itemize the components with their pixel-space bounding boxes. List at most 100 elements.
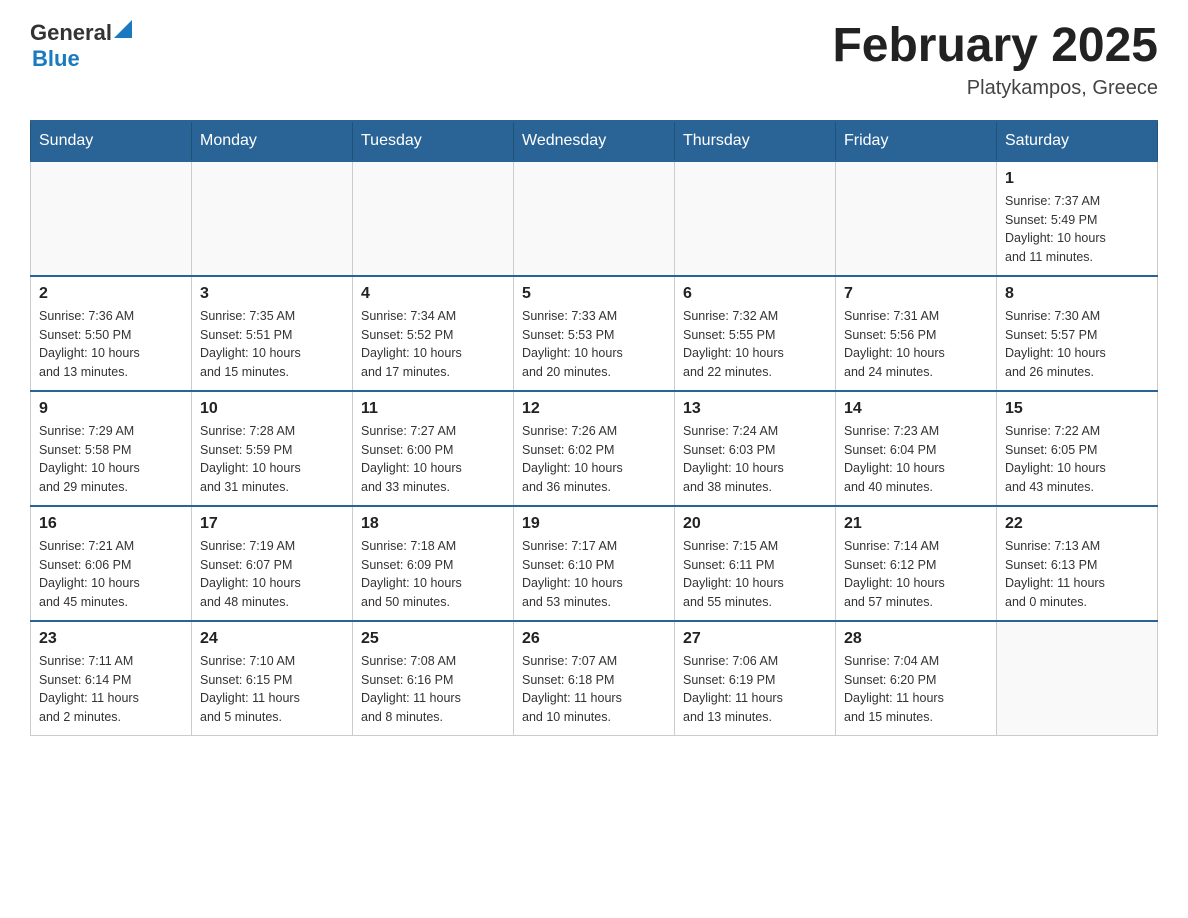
calendar-cell: 14Sunrise: 7:23 AMSunset: 6:04 PMDayligh…	[836, 391, 997, 506]
calendar-cell: 27 Sunrise: 7:06 AMSunset: 6:19 PMDayligh…	[675, 621, 836, 736]
calendar-cell: 28 Sunrise: 7:04 AMSunset: 6:20 PMDayligh…	[836, 621, 997, 736]
day-number: 24	[200, 630, 344, 648]
day-info: Sunrise: 7:22 AMSunset: 6:05 PMDaylight:…	[1005, 422, 1149, 497]
day-number: 20	[683, 515, 827, 533]
calendar-cell: 5Sunrise: 7:33 AMSunset: 5:53 PMDaylight…	[514, 276, 675, 391]
day-number: 27	[683, 630, 827, 648]
day-number: 1	[1005, 170, 1149, 188]
weekday-header-monday: Monday	[192, 121, 353, 161]
day-number: 8	[1005, 285, 1149, 303]
day-info: Sunrise: 7:14 AMSunset: 6:12 PMDaylight:…	[844, 537, 988, 612]
day-number: 26	[522, 630, 666, 648]
title-section: February 2025 Platykampos, Greece	[832, 20, 1158, 100]
calendar-week-row: 9 Sunrise: 7:29 AMSunset: 5:58 PMDaylight…	[31, 391, 1158, 506]
calendar-week-row: 16 Sunrise: 7:21 AMSunset: 6:06 PMDayligh…	[31, 506, 1158, 621]
calendar-cell	[192, 161, 353, 276]
weekday-header-tuesday: Tuesday	[353, 121, 514, 161]
day-info: Sunrise: 7:15 AMSunset: 6:11 PMDaylight:…	[683, 537, 827, 612]
calendar-cell: 10 Sunrise: 7:28 AMSunset: 5:59 PMDayligh…	[192, 391, 353, 506]
day-number: 2	[39, 285, 183, 303]
day-number: 14	[844, 400, 988, 418]
day-info: Sunrise: 7:26 AMSunset: 6:02 PMDaylight:…	[522, 422, 666, 497]
day-info: Sunrise: 7:06 AMSunset: 6:19 PMDaylight:…	[683, 652, 827, 727]
day-info: Sunrise: 7:36 AMSunset: 5:50 PMDaylight:…	[39, 307, 183, 382]
day-info: Sunrise: 7:19 AMSunset: 6:07 PMDaylight:…	[200, 537, 344, 612]
calendar-cell: 11 Sunrise: 7:27 AMSunset: 6:00 PMDayligh…	[353, 391, 514, 506]
day-number: 19	[522, 515, 666, 533]
logo: General Blue	[30, 20, 134, 72]
day-info: Sunrise: 7:28 AMSunset: 5:59 PMDaylight:…	[200, 422, 344, 497]
day-number: 12	[522, 400, 666, 418]
weekday-header-friday: Friday	[836, 121, 997, 161]
day-info: Sunrise: 7:30 AMSunset: 5:57 PMDaylight:…	[1005, 307, 1149, 382]
day-info: Sunrise: 7:21 AMSunset: 6:06 PMDaylight:…	[39, 537, 183, 612]
calendar-cell: 4 Sunrise: 7:34 AMSunset: 5:52 PMDaylight…	[353, 276, 514, 391]
day-info: Sunrise: 7:11 AMSunset: 6:14 PMDaylight:…	[39, 652, 183, 727]
day-info: Sunrise: 7:07 AMSunset: 6:18 PMDaylight:…	[522, 652, 666, 727]
calendar-cell: 7 Sunrise: 7:31 AMSunset: 5:56 PMDaylight…	[836, 276, 997, 391]
calendar-week-row: 23 Sunrise: 7:11 AMSunset: 6:14 PMDayligh…	[31, 621, 1158, 736]
day-info: Sunrise: 7:29 AMSunset: 5:58 PMDaylight:…	[39, 422, 183, 497]
calendar-cell: 16 Sunrise: 7:21 AMSunset: 6:06 PMDayligh…	[31, 506, 192, 621]
day-number: 4	[361, 285, 505, 303]
page-header: General Blue February 2025 Platykampos, …	[30, 20, 1158, 100]
weekday-header-thursday: Thursday	[675, 121, 836, 161]
calendar-cell	[31, 161, 192, 276]
day-number: 3	[200, 285, 344, 303]
day-number: 25	[361, 630, 505, 648]
calendar-cell: 25 Sunrise: 7:08 AMSunset: 6:16 PMDayligh…	[353, 621, 514, 736]
weekday-header-row: SundayMondayTuesdayWednesdayThursdayFrid…	[31, 121, 1158, 161]
day-info: Sunrise: 7:18 AMSunset: 6:09 PMDaylight:…	[361, 537, 505, 612]
day-info: Sunrise: 7:27 AMSunset: 6:00 PMDaylight:…	[361, 422, 505, 497]
calendar-cell: 8 Sunrise: 7:30 AMSunset: 5:57 PMDaylight…	[997, 276, 1158, 391]
day-info: Sunrise: 7:10 AMSunset: 6:15 PMDaylight:…	[200, 652, 344, 727]
day-number: 21	[844, 515, 988, 533]
calendar-cell: 20 Sunrise: 7:15 AMSunset: 6:11 PMDayligh…	[675, 506, 836, 621]
day-number: 17	[200, 515, 344, 533]
day-number: 7	[844, 285, 988, 303]
calendar-cell: 17 Sunrise: 7:19 AMSunset: 6:07 PMDayligh…	[192, 506, 353, 621]
day-info: Sunrise: 7:32 AMSunset: 5:55 PMDaylight:…	[683, 307, 827, 382]
calendar-cell: 22Sunrise: 7:13 AMSunset: 6:13 PMDayligh…	[997, 506, 1158, 621]
logo-general-text: General	[30, 20, 112, 46]
calendar-cell	[997, 621, 1158, 736]
calendar-cell: 26 Sunrise: 7:07 AMSunset: 6:18 PMDayligh…	[514, 621, 675, 736]
calendar-table: SundayMondayTuesdayWednesdayThursdayFrid…	[30, 120, 1158, 736]
calendar-cell	[675, 161, 836, 276]
calendar-cell: 3 Sunrise: 7:35 AMSunset: 5:51 PMDaylight…	[192, 276, 353, 391]
calendar-cell: 18 Sunrise: 7:18 AMSunset: 6:09 PMDayligh…	[353, 506, 514, 621]
month-title: February 2025	[832, 20, 1158, 73]
calendar-week-row: 1 Sunrise: 7:37 AMSunset: 5:49 PMDaylight…	[31, 161, 1158, 276]
calendar-cell: 21 Sunrise: 7:14 AMSunset: 6:12 PMDayligh…	[836, 506, 997, 621]
day-info: Sunrise: 7:04 AMSunset: 6:20 PMDaylight:…	[844, 652, 988, 727]
day-number: 11	[361, 400, 505, 418]
weekday-header-saturday: Saturday	[997, 121, 1158, 161]
calendar-cell: 23 Sunrise: 7:11 AMSunset: 6:14 PMDayligh…	[31, 621, 192, 736]
day-number: 6	[683, 285, 827, 303]
day-info: Sunrise: 7:34 AMSunset: 5:52 PMDaylight:…	[361, 307, 505, 382]
day-number: 23	[39, 630, 183, 648]
day-info: Sunrise: 7:33 AMSunset: 5:53 PMDaylight:…	[522, 307, 666, 382]
calendar-cell: 15Sunrise: 7:22 AMSunset: 6:05 PMDayligh…	[997, 391, 1158, 506]
day-info: Sunrise: 7:08 AMSunset: 6:16 PMDaylight:…	[361, 652, 505, 727]
calendar-cell: 9 Sunrise: 7:29 AMSunset: 5:58 PMDaylight…	[31, 391, 192, 506]
day-info: Sunrise: 7:37 AMSunset: 5:49 PMDaylight:…	[1005, 192, 1149, 267]
calendar-cell: 6 Sunrise: 7:32 AMSunset: 5:55 PMDaylight…	[675, 276, 836, 391]
day-number: 9	[39, 400, 183, 418]
calendar-cell: 24 Sunrise: 7:10 AMSunset: 6:15 PMDayligh…	[192, 621, 353, 736]
calendar-cell	[836, 161, 997, 276]
calendar-week-row: 2 Sunrise: 7:36 AMSunset: 5:50 PMDaylight…	[31, 276, 1158, 391]
calendar-cell: 12 Sunrise: 7:26 AMSunset: 6:02 PMDayligh…	[514, 391, 675, 506]
logo-triangle-icon	[114, 20, 134, 40]
calendar-cell	[353, 161, 514, 276]
day-number: 28	[844, 630, 988, 648]
day-number: 18	[361, 515, 505, 533]
calendar-cell: 1 Sunrise: 7:37 AMSunset: 5:49 PMDaylight…	[997, 161, 1158, 276]
calendar-cell: 19Sunrise: 7:17 AMSunset: 6:10 PMDayligh…	[514, 506, 675, 621]
day-info: Sunrise: 7:31 AMSunset: 5:56 PMDaylight:…	[844, 307, 988, 382]
day-number: 10	[200, 400, 344, 418]
day-info: Sunrise: 7:24 AMSunset: 6:03 PMDaylight:…	[683, 422, 827, 497]
day-number: 16	[39, 515, 183, 533]
day-info: Sunrise: 7:35 AMSunset: 5:51 PMDaylight:…	[200, 307, 344, 382]
weekday-header-sunday: Sunday	[31, 121, 192, 161]
